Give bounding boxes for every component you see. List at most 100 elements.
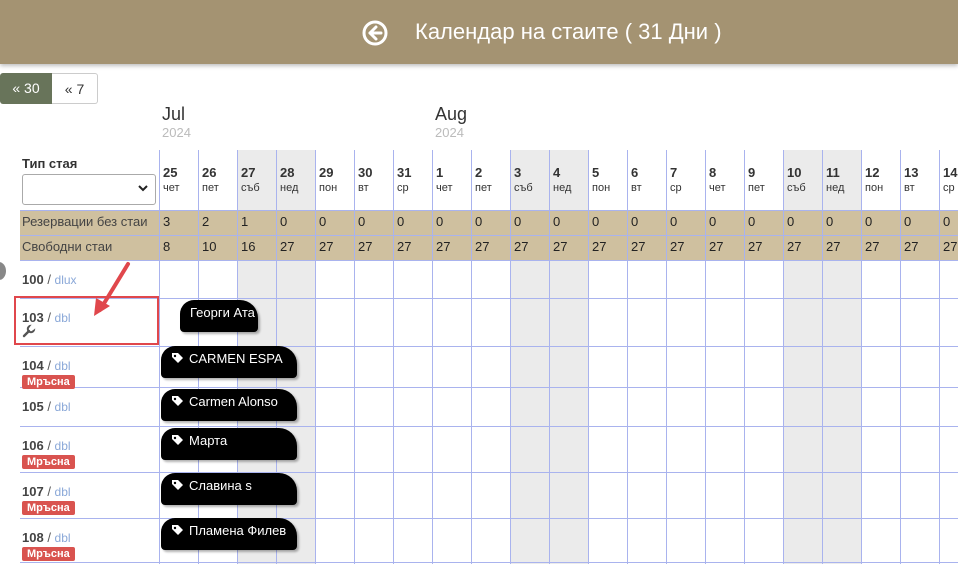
day-name: чет	[709, 182, 726, 194]
unassigned-count: 0	[943, 214, 951, 229]
day-number: 12	[865, 165, 880, 180]
free-rooms-count: 27	[709, 239, 724, 254]
unassigned-count: 0	[748, 214, 756, 229]
free-rooms-count: 27	[436, 239, 451, 254]
grid-column-line	[822, 150, 823, 564]
day-name: нед	[553, 182, 572, 194]
day-number: 31	[397, 165, 412, 180]
dirty-status-badge: Мръсна	[22, 375, 75, 389]
reservation-bar[interactable]: CARMEN ESPA	[161, 346, 297, 378]
free-rooms-count: 27	[280, 239, 295, 254]
free-rooms-count: 27	[670, 239, 685, 254]
dirty-status-badge: Мръсна	[22, 501, 75, 515]
unassigned-count: 1	[241, 214, 249, 229]
unassigned-count: 0	[787, 214, 795, 229]
unassigned-count: 0	[514, 214, 522, 229]
reservation-bar[interactable]: Пламена Филев	[161, 518, 297, 550]
grid-column-line	[666, 150, 667, 564]
day-name: вт	[904, 182, 915, 194]
free-rooms-count: 8	[163, 239, 171, 254]
day-name: вт	[358, 182, 369, 194]
day-number: 3	[514, 165, 522, 180]
free-rooms-count: 27	[865, 239, 880, 254]
annotation-highlight-box	[14, 296, 159, 345]
unassigned-count: 0	[358, 214, 366, 229]
reservation-bar[interactable]: Георги Ата	[180, 300, 258, 332]
tag-icon	[172, 396, 183, 406]
room-label[interactable]: 100 / dlux	[22, 272, 77, 287]
row-divider	[20, 426, 958, 427]
day-name: чет	[436, 182, 453, 194]
day-name: вт	[631, 182, 642, 194]
unassigned-count: 0	[436, 214, 444, 229]
day-name: пет	[748, 182, 765, 194]
free-rooms-count: 27	[319, 239, 334, 254]
room-label[interactable]: 104 / dbl	[22, 358, 71, 373]
row-divider	[20, 387, 958, 388]
row-divider	[20, 346, 958, 347]
day-number: 1	[436, 165, 444, 180]
free-rooms-count: 27	[358, 239, 373, 254]
grid-column-line	[588, 150, 589, 564]
back-circle-icon[interactable]	[362, 20, 388, 46]
grid-column-line	[510, 150, 511, 564]
unassigned-count: 0	[904, 214, 912, 229]
free-rooms-count: 27	[787, 239, 802, 254]
tag-icon	[172, 353, 183, 363]
room-label[interactable]: 107 / dbl	[22, 484, 71, 499]
reservation-bar[interactable]: Марта	[161, 428, 297, 460]
day-name: пет	[475, 182, 492, 194]
unassigned-count: 0	[397, 214, 405, 229]
unassigned-count: 0	[319, 214, 327, 229]
room-type: dbl	[54, 531, 71, 545]
unassigned-count: 3	[163, 214, 171, 229]
room-number: 104	[22, 358, 44, 373]
day-name: пон	[865, 182, 884, 194]
day-number: 30	[358, 165, 373, 180]
room-type: dlux	[54, 273, 77, 287]
grid-column-line	[627, 150, 628, 564]
reservation-bar[interactable]: Carmen Alonso	[161, 389, 297, 421]
band-divider	[20, 235, 958, 236]
free-rooms-count: 27	[904, 239, 919, 254]
band-divider	[20, 210, 958, 211]
range-30-days-button[interactable]: « 30	[0, 73, 52, 104]
day-number: 13	[904, 165, 919, 180]
free-rooms-count: 27	[397, 239, 412, 254]
grid-column-line	[432, 150, 433, 564]
room-type: dbl	[54, 359, 71, 373]
unassigned-count: 0	[475, 214, 483, 229]
day-number: 10	[787, 165, 802, 180]
grid-column-line	[783, 150, 784, 564]
day-number: 5	[592, 165, 600, 180]
room-type-select[interactable]	[22, 174, 156, 205]
day-name: нед	[280, 182, 299, 194]
tag-icon	[172, 435, 183, 445]
day-number: 25	[163, 165, 178, 180]
guest-name: Георги Ата	[190, 305, 255, 320]
page-title: Календар на стаите ( 31 Дни )	[415, 19, 722, 44]
room-label[interactable]: 105 / dbl	[22, 399, 71, 414]
room-label[interactable]: 108 / dbl	[22, 530, 71, 545]
chevron-down-icon	[138, 185, 148, 192]
grid-column-line	[939, 150, 940, 564]
room-label[interactable]: 106 / dbl	[22, 438, 71, 453]
day-number: 7	[670, 165, 678, 180]
room-number: 107	[22, 484, 44, 499]
unassigned-label: Резервации без стаи	[22, 214, 148, 229]
grid-column-line	[549, 150, 550, 564]
free-rooms-count: 27	[553, 239, 568, 254]
row-divider	[20, 298, 958, 299]
guest-name: Пламена Филев	[189, 523, 287, 538]
day-name: пет	[202, 182, 219, 194]
range-7-days-button[interactable]: « 7	[52, 73, 98, 104]
day-number: 11	[826, 165, 840, 180]
unassigned-count: 2	[202, 214, 210, 229]
reservation-bar[interactable]: Славина s	[161, 473, 297, 505]
free-rooms-count: 27	[514, 239, 529, 254]
grid-column-line	[900, 150, 901, 564]
unassigned-count: 0	[826, 214, 834, 229]
day-number: 9	[748, 165, 756, 180]
guest-name: Марта	[189, 433, 228, 448]
scroll-handle[interactable]	[0, 262, 6, 280]
